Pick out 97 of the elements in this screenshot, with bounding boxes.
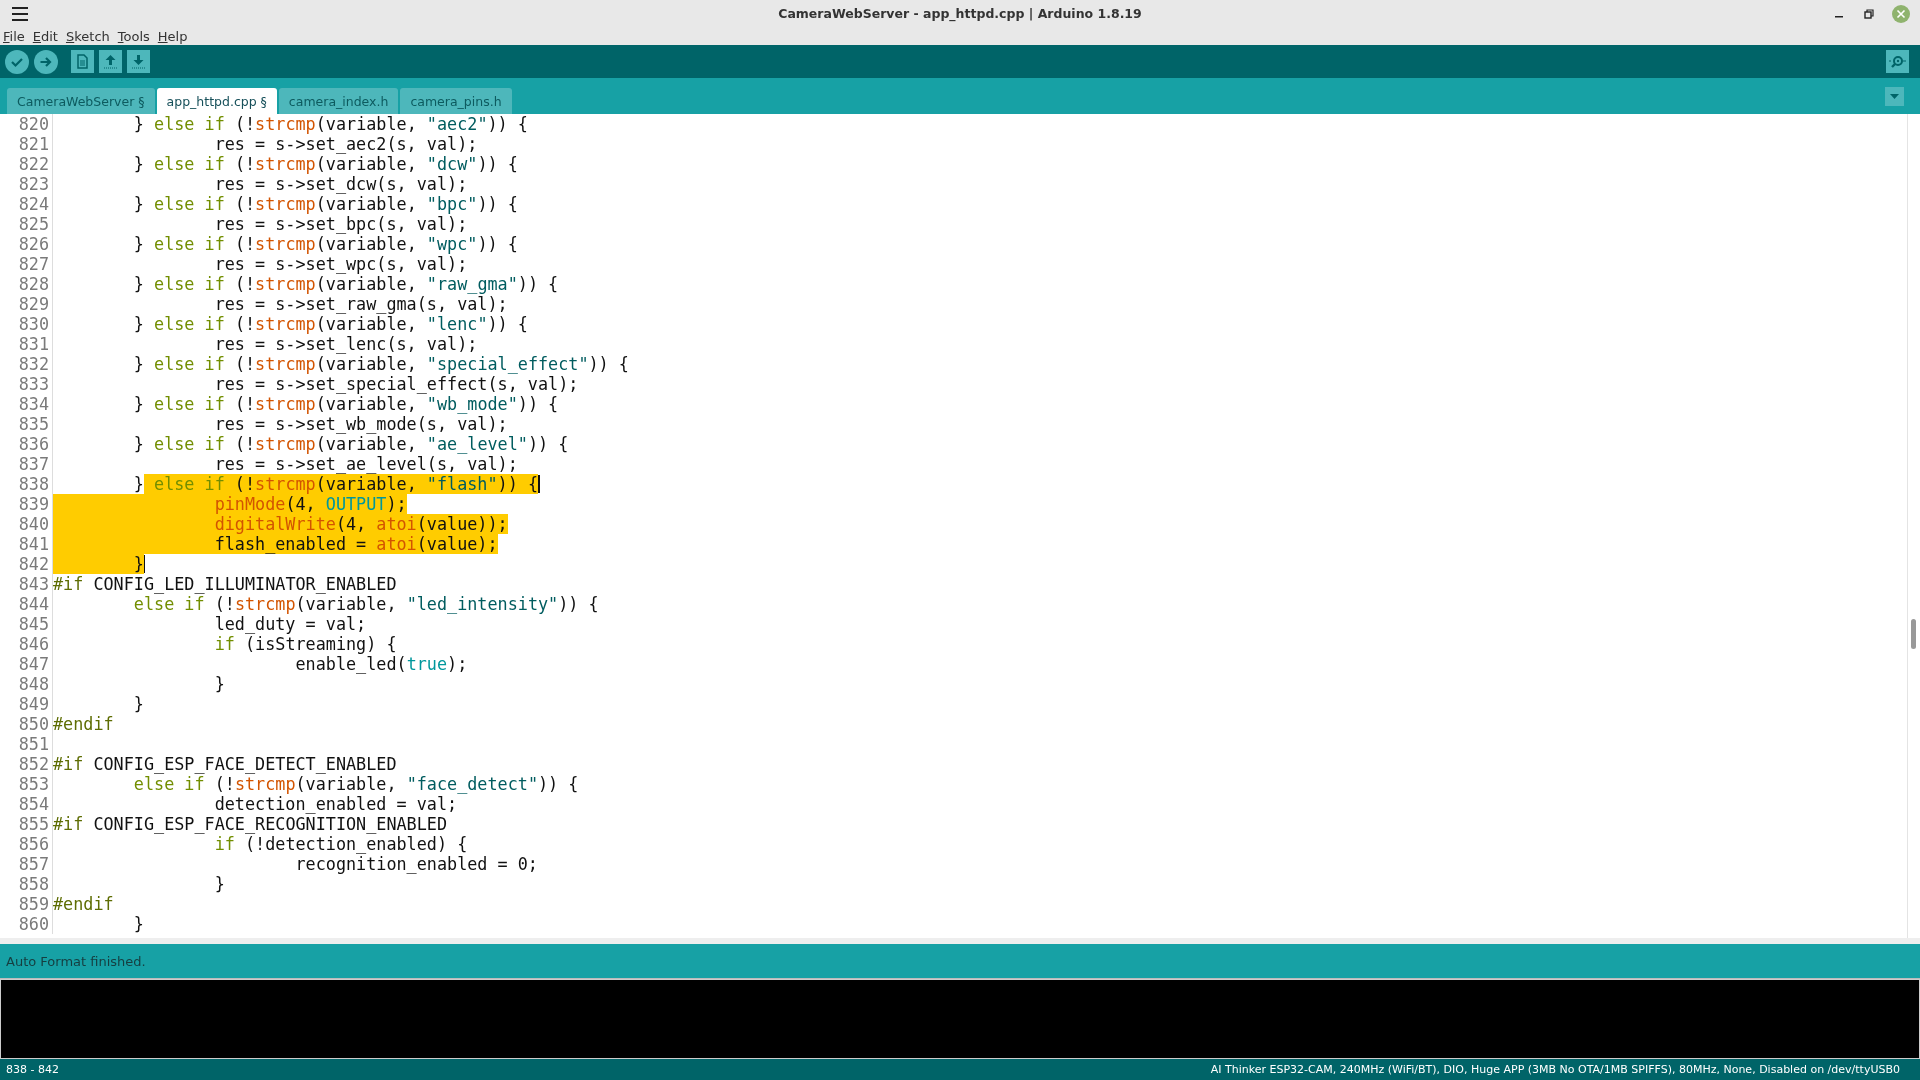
line-number: 831 (0, 334, 53, 354)
line-number: 857 (0, 854, 53, 874)
save-button[interactable] (127, 50, 150, 73)
line-number: 846 (0, 634, 53, 654)
code-line: if (isStreaming) { (213, 634, 397, 654)
code-line: } (213, 874, 225, 894)
code-line: } else if (!strcmp(variable, "special_effect")) { (132, 354, 629, 374)
line-number: 858 (0, 874, 53, 894)
code-line: } else if (!strcmp(variable, "wpc")) { (132, 234, 518, 254)
code-line: res = s->set_lenc(s, val); (213, 334, 478, 354)
code-line: res = s->set_bpc(s, val); (213, 214, 468, 234)
line-number: 834 (0, 394, 53, 414)
code-line: res = s->set_wpc(s, val); (213, 254, 468, 274)
line-number: 828 (0, 274, 53, 294)
line-number: 852 (0, 754, 53, 774)
line-number: 838 (0, 474, 53, 494)
line-number: 830 (0, 314, 53, 334)
code-line: #if CONFIG_ESP_FACE_RECOGNITION_ENABLED (53, 814, 448, 834)
code-line: #endif (53, 714, 114, 734)
code-line: recognition_enabled = 0; (294, 854, 538, 874)
code-line: } else if (!strcmp(variable, "ae_level")) { (132, 434, 569, 454)
line-number: 849 (0, 694, 53, 714)
maximize-button[interactable] (1862, 6, 1876, 21)
line-number: 836 (0, 434, 53, 454)
code-line: detection_enabled = val; (213, 794, 458, 814)
line-number: 824 (0, 194, 53, 214)
new-sketch-button[interactable] (71, 50, 94, 73)
line-number: 848 (0, 674, 53, 694)
code-line: else if (!strcmp(variable, "led_intensity")) { (132, 594, 599, 614)
code-line: else if (!strcmp(variable, "face_detect")) { (132, 774, 579, 794)
code-line: res = s->set_special_effect(s, val); (213, 374, 579, 394)
line-number: 820 (0, 114, 53, 134)
close-button[interactable] (1892, 4, 1910, 23)
code-line: } else if (!strcmp(variable, "lenc")) { (132, 314, 528, 334)
line-number: 825 (0, 214, 53, 234)
code-line: res = s->set_ae_level(s, val); (213, 454, 518, 474)
line-number: 833 (0, 374, 53, 394)
menu-item[interactable]: File (2, 28, 26, 44)
code-line: } else if (!strcmp(variable, "flash")) { (132, 474, 540, 494)
line-number: 829 (0, 294, 53, 314)
code-line: } (132, 914, 144, 934)
window-title: CameraWebServer - app_httpd.cpp | Arduino 1.8.19 (778, 6, 1142, 21)
code-line: } (132, 694, 144, 714)
line-range: 838 - 842 (6, 1063, 59, 1076)
menu-item[interactable]: Sketch (64, 28, 111, 44)
line-number: 851 (0, 734, 53, 754)
code-line: res = s->set_wb_mode(s, val); (213, 414, 508, 434)
editor-tab[interactable]: app_httpd.cpp § (156, 88, 277, 114)
line-number: 845 (0, 614, 53, 634)
code-line: enable_led(true); (294, 654, 468, 674)
code-line: res = s->set_dcw(s, val); (213, 174, 468, 194)
line-number: 860 (0, 914, 53, 934)
line-number: 854 (0, 794, 53, 814)
code-line: #endif (53, 894, 114, 914)
code-line: res = s->set_raw_gma(s, val); (213, 294, 508, 314)
line-number: 853 (0, 774, 53, 794)
code-line: } else if (!strcmp(variable, "raw_gma")) { (132, 274, 559, 294)
line-number: 835 (0, 414, 53, 434)
verify-button[interactable] (5, 49, 29, 74)
code-line: if (!detection_enabled) { (213, 834, 468, 854)
line-number: 832 (0, 354, 53, 374)
board-info: AI Thinker ESP32-CAM, 240MHz (WiFi/BT), DIO, Huge APP (3MB No OTA/1MB SPIFFS), 80MHz, None, Disabled on /dev/ttyUSB0 (1210, 1063, 1900, 1076)
line-number: 844 (0, 594, 53, 614)
line-number: 850 (0, 714, 53, 734)
line-number: 826 (0, 234, 53, 254)
line-number: 821 (0, 134, 53, 154)
code-line: flash_enabled = atoi(value); (53, 534, 498, 554)
serial-monitor-button[interactable] (1886, 50, 1909, 73)
line-number: 823 (0, 174, 53, 194)
line-number: 847 (0, 654, 53, 674)
upload-button[interactable] (34, 49, 58, 74)
code-line: #if CONFIG_LED_ILLUMINATOR_ENABLED (53, 574, 397, 594)
menu-icon[interactable] (12, 6, 28, 21)
code-line: } (213, 674, 225, 694)
code-line: led_duty = val; (213, 614, 367, 634)
code-line: #if CONFIG_ESP_FACE_DETECT_ENABLED (53, 754, 397, 774)
code-line: digitalWrite(4, atoi(value)); (53, 514, 508, 534)
line-number: 856 (0, 834, 53, 854)
code-line: } else if (!strcmp(variable, "bpc")) { (132, 194, 518, 214)
line-number: 843 (0, 574, 53, 594)
open-button[interactable] (99, 50, 122, 73)
line-number: 827 (0, 254, 53, 274)
line-number: 855 (0, 814, 53, 834)
code-line: } else if (!strcmp(variable, "aec2")) { (132, 114, 528, 134)
status-message: Auto Format finished. (6, 953, 146, 969)
code-line: res = s->set_aec2(s, val); (213, 134, 478, 154)
line-number: 859 (0, 894, 53, 914)
line-number: 837 (0, 454, 53, 474)
code-line: pinMode(4, OUTPUT); (53, 494, 407, 514)
menu-item[interactable]: Tools (116, 28, 151, 44)
scrollbar-thumb[interactable] (1911, 619, 1916, 649)
menu-item[interactable]: Edit (31, 28, 59, 44)
menu-item[interactable]: Help (156, 28, 189, 44)
tab-menu-button[interactable] (1885, 86, 1904, 106)
line-number: 822 (0, 154, 53, 174)
code-line: } else if (!strcmp(variable, "dcw")) { (132, 154, 518, 174)
code-line: } else if (!strcmp(variable, "wb_mode")) { (132, 394, 559, 414)
